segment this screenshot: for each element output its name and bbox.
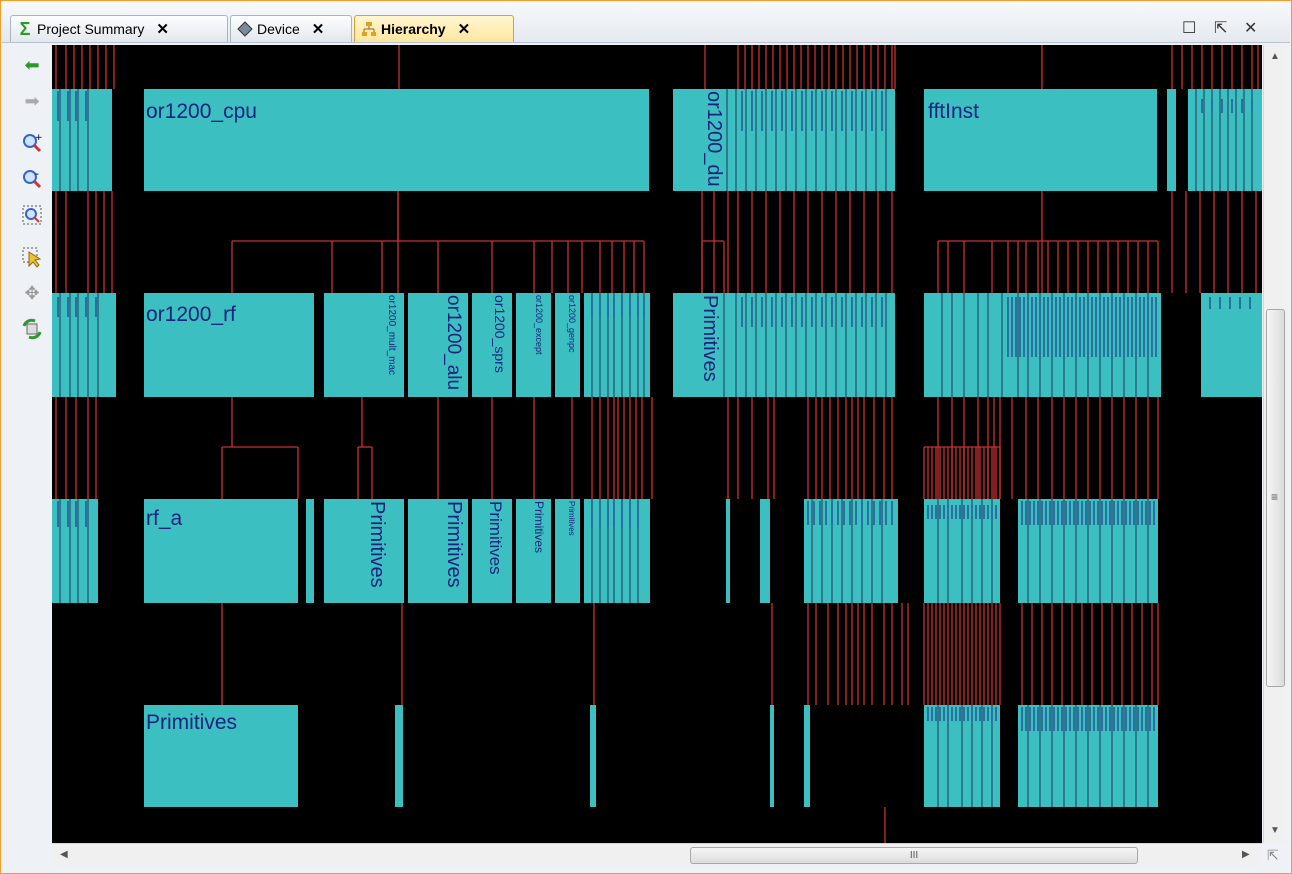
grip-icon: ≡ bbox=[1271, 490, 1279, 504]
corner-resize-icon: ⇱ bbox=[1267, 847, 1279, 863]
module-block-thin[interactable] bbox=[770, 705, 774, 807]
module-block-fft-sub[interactable] bbox=[924, 293, 1161, 397]
module-label-primitives-3: Primitives bbox=[486, 501, 505, 575]
module-label-primitives-1: Primitives bbox=[366, 501, 388, 588]
horizontal-scroll-thumb[interactable]: III bbox=[690, 847, 1138, 864]
select-icon[interactable] bbox=[20, 245, 44, 269]
tab-label: Hierarchy bbox=[381, 21, 446, 37]
module-block-thin[interactable] bbox=[726, 499, 730, 603]
close-window-icon[interactable]: ✕ bbox=[1244, 18, 1257, 38]
module-block-right-1[interactable] bbox=[1188, 89, 1262, 191]
forward-icon[interactable]: ➡ bbox=[20, 89, 44, 113]
horizontal-scrollbar[interactable]: ◀ III ▶ bbox=[52, 843, 1262, 866]
close-icon[interactable]: ✕ bbox=[458, 20, 471, 38]
module-block-small[interactable] bbox=[1167, 89, 1176, 191]
module-block-misc-3[interactable] bbox=[584, 499, 650, 603]
scroll-up-icon[interactable]: ▲ bbox=[1270, 51, 1280, 62]
zoom-fit-icon[interactable] bbox=[20, 203, 44, 227]
close-icon[interactable]: ✕ bbox=[312, 20, 325, 38]
tab-label: Device bbox=[257, 21, 300, 37]
module-label-or1200-genpc: or1200_genpc bbox=[567, 295, 577, 353]
module-block-thin[interactable] bbox=[395, 705, 403, 807]
toolbar: ⬅ ➡ + - ✥ bbox=[13, 45, 49, 873]
device-chip-icon bbox=[237, 21, 253, 37]
move-icon[interactable]: ✥ bbox=[20, 281, 44, 305]
tab-hierarchy[interactable]: Hierarchy ✕ bbox=[354, 15, 514, 42]
module-block-thin[interactable] bbox=[760, 499, 770, 603]
module-label-or1200-sprs: or1200_sprs bbox=[492, 295, 508, 373]
close-icon[interactable]: ✕ bbox=[156, 20, 169, 38]
scroll-down-icon[interactable]: ▼ bbox=[1270, 825, 1280, 836]
tab-label: Project Summary bbox=[37, 21, 145, 37]
module-block-small[interactable] bbox=[306, 499, 314, 603]
module-label-primitives-4: Primitives bbox=[532, 501, 546, 554]
module-block-thin[interactable] bbox=[804, 705, 810, 807]
grip-icon: III bbox=[909, 850, 919, 861]
module-block-primitives-1[interactable] bbox=[324, 499, 404, 603]
module-label-or1200-du: or1200_du bbox=[703, 91, 725, 187]
module-block-r3-mid[interactable] bbox=[804, 499, 898, 603]
module-label-or1200-rf: or1200_rf bbox=[146, 303, 236, 326]
module-block-left-2[interactable] bbox=[52, 293, 116, 397]
hierarchy-canvas[interactable]: or1200_cpu fftInst or1200_du or1200_rf o… bbox=[52, 45, 1262, 843]
scroll-right-icon[interactable]: ▶ bbox=[1242, 849, 1250, 860]
module-label-rf-a: rf_a bbox=[146, 507, 183, 530]
hierarchy-window: Σ Project Summary ✕ Device ✕ Hierarchy ✕… bbox=[0, 0, 1292, 874]
module-label-or1200-alu: or1200_alu bbox=[443, 295, 464, 391]
zoom-out-icon[interactable]: - bbox=[20, 167, 44, 191]
svg-text:-: - bbox=[35, 168, 39, 180]
module-block-left-3[interactable] bbox=[52, 499, 98, 603]
module-label-primitives-5: Primitives bbox=[567, 501, 576, 536]
sigma-icon: Σ bbox=[19, 18, 31, 39]
module-label-or1200-except: or1200_except bbox=[534, 295, 544, 355]
tab-project-summary[interactable]: Σ Project Summary ✕ bbox=[10, 15, 228, 42]
refresh-icon[interactable] bbox=[20, 317, 44, 341]
module-label-primitives-rf-a: Primitives bbox=[146, 711, 238, 734]
svg-text:+: + bbox=[35, 133, 43, 143]
tab-device[interactable]: Device ✕ bbox=[230, 15, 352, 42]
module-label-or1200-mult-mac: or1200_mult_mac bbox=[386, 295, 397, 376]
tab-bar: Σ Project Summary ✕ Device ✕ Hierarchy ✕… bbox=[2, 2, 1290, 43]
module-block-thin[interactable] bbox=[590, 705, 596, 807]
module-label-or1200-cpu: or1200_cpu bbox=[146, 100, 257, 123]
module-block-left-1[interactable] bbox=[52, 89, 112, 191]
scroll-left-icon[interactable]: ◀ bbox=[60, 849, 68, 860]
float-icon[interactable]: ⇱ bbox=[1214, 18, 1227, 38]
maximize-icon[interactable]: ☐ bbox=[1182, 18, 1196, 38]
zoom-in-icon[interactable]: + bbox=[20, 131, 44, 155]
vertical-scroll-thumb[interactable]: ≡ bbox=[1266, 309, 1285, 687]
back-icon[interactable]: ⬅ bbox=[20, 53, 44, 77]
hierarchy-icon bbox=[361, 21, 377, 37]
module-label-primitives-2: Primitives bbox=[443, 501, 465, 588]
module-label-fftinst: fftInst bbox=[928, 100, 979, 123]
module-label-primitives-du: Primitives bbox=[699, 295, 721, 382]
vertical-scrollbar[interactable]: ▲ ≡ ▼ bbox=[1263, 45, 1286, 843]
module-block-cpu-misc[interactable] bbox=[584, 293, 650, 397]
